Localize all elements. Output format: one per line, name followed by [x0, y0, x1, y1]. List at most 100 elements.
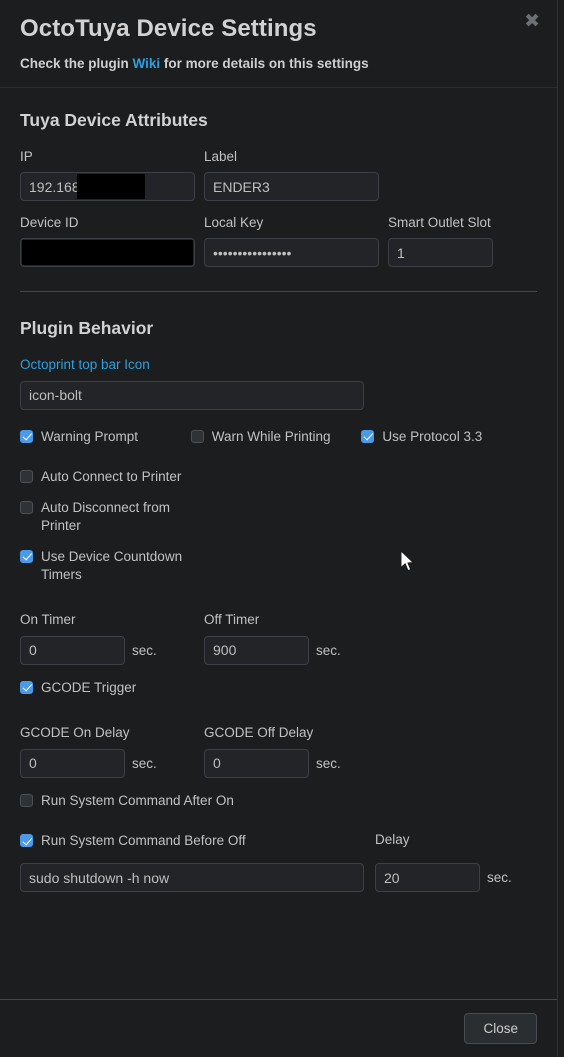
checkbox-auto-disconnect[interactable]: Auto Disconnect from Printer	[20, 499, 191, 535]
checkbox-label-gcode-trigger: GCODE Trigger	[41, 679, 137, 695]
checkbox-label-warning-prompt: Warning Prompt	[41, 428, 139, 444]
checkbox-unchecked-icon	[190, 429, 204, 443]
system-command-row: sec.	[20, 863, 537, 893]
checkbox-row-3: Auto Disconnect from Printer	[20, 499, 537, 535]
label-device-label: Label	[204, 149, 238, 164]
command-delay-input[interactable]	[375, 863, 480, 893]
label-gcode-off-delay: GCODE Off Delay	[204, 725, 314, 741]
field-label: Label	[204, 149, 379, 202]
on-timer-input[interactable]	[20, 635, 125, 665]
subtitle-text-after: for more details on this settings	[160, 56, 369, 71]
smart-outlet-slot-input[interactable]	[388, 238, 493, 268]
device-id-input[interactable]	[20, 238, 195, 268]
field-system-command	[20, 863, 375, 893]
label-off-timer: Off Timer	[204, 612, 260, 628]
label-gcode-on-delay: GCODE On Delay	[20, 725, 130, 741]
field-gcode-off-delay: GCODE Off Delay sec.	[204, 725, 379, 778]
checkbox-warning-prompt[interactable]: Warning Prompt	[20, 428, 191, 446]
gcode-on-delay-row: sec.	[20, 748, 195, 778]
checkbox-checked-icon	[20, 549, 33, 563]
field-on-timer: On Timer sec.	[20, 612, 195, 665]
checkbox-run-command-after-on[interactable]: Run System Command After On	[20, 792, 234, 810]
checkbox-warn-while-printing[interactable]: Warn While Printing	[190, 428, 362, 446]
device-label-input[interactable]	[204, 172, 379, 202]
gcode-off-delay-input[interactable]	[204, 748, 309, 778]
local-key-input[interactable]	[204, 238, 379, 268]
gcode-on-delay-suffix: sec.	[132, 755, 157, 771]
label-local-key: Local Key	[204, 215, 264, 231]
ip-input-wrapper	[20, 172, 195, 202]
label-smart-outlet-slot: Smart Outlet Slot	[388, 215, 491, 231]
field-topbar-icon: Octoprint top bar Icon	[20, 357, 537, 410]
checkbox-unchecked-icon	[20, 793, 33, 807]
checkbox-row-1: Warning Prompt Warn While Printing Use P…	[20, 428, 537, 446]
command-delay-row: sec.	[375, 863, 512, 893]
checkbox-unchecked-icon	[20, 501, 33, 515]
label-device-id: Device ID	[20, 215, 79, 231]
checkbox-label-auto-disconnect: Auto Disconnect from Printer	[41, 500, 171, 533]
checkbox-label-use-protocol-33: Use Protocol 3.3	[382, 428, 483, 444]
checkbox-label-auto-connect: Auto Connect to Printer	[41, 469, 182, 485]
device-id-input-wrapper	[20, 238, 195, 268]
checkbox-label-use-countdown-timers: Use Device Countdown Timers	[41, 548, 183, 582]
label-ip: IP	[20, 149, 33, 164]
modal-body: Tuya Device Attributes IP Label Device I…	[0, 88, 557, 999]
on-timer-suffix: sec.	[132, 642, 157, 658]
checkbox-checked-icon	[20, 834, 33, 848]
section-title-behavior: Plugin Behavior	[20, 318, 154, 339]
modal-header: ✖ OctoTuya Device Settings Check the plu…	[0, 0, 557, 88]
checkbox-use-protocol-33[interactable]: Use Protocol 3.3	[361, 428, 537, 446]
system-command-input[interactable]	[20, 863, 364, 893]
field-local-key: Local Key	[204, 215, 379, 268]
checkbox-row-2: Auto Connect to Printer	[20, 468, 537, 486]
command-delay-suffix: sec.	[487, 870, 512, 886]
checkbox-checked-icon	[361, 429, 375, 443]
close-icon[interactable]: ✖	[524, 12, 540, 31]
checkbox-row-7: Run System Command Before Off Delay	[20, 832, 537, 850]
gcode-off-delay-suffix: sec.	[316, 755, 341, 771]
checkbox-row-5: GCODE Trigger	[20, 679, 537, 697]
gcode-on-delay-input[interactable]	[20, 748, 125, 778]
label-command-delay: Delay	[375, 832, 410, 848]
checkbox-unchecked-icon	[20, 470, 33, 484]
checkbox-row-6: Run System Command After On	[20, 792, 537, 810]
field-off-timer: Off Timer sec.	[204, 612, 379, 665]
checkbox-gcode-trigger[interactable]: GCODE Trigger	[20, 679, 136, 697]
checkbox-label-run-command-after-on: Run System Command After On	[41, 792, 234, 808]
checkbox-label-warn-while-printing: Warn While Printing	[211, 428, 331, 444]
checkbox-run-command-before-off[interactable]: Run System Command Before Off	[20, 832, 375, 850]
field-device-id: Device ID	[20, 215, 195, 268]
timer-row: On Timer sec. Off Timer sec.	[20, 612, 537, 665]
gcode-off-delay-row: sec.	[204, 748, 379, 778]
off-timer-suffix: sec.	[316, 642, 341, 658]
checkbox-checked-icon	[20, 680, 33, 694]
modal-footer: Close	[0, 999, 557, 1057]
subtitle-text-before: Check the plugin	[20, 56, 133, 71]
checkbox-auto-connect[interactable]: Auto Connect to Printer	[20, 468, 181, 486]
attributes-row-2: Device ID Local Key Smart Outlet Slot	[20, 215, 537, 268]
off-timer-row: sec.	[204, 635, 379, 665]
section-divider	[20, 291, 537, 293]
device-settings-modal: ✖ OctoTuya Device Settings Check the plu…	[0, 0, 558, 1057]
off-timer-input[interactable]	[204, 635, 309, 665]
gcode-delay-row: GCODE On Delay sec. GCODE Off Delay sec.	[20, 725, 537, 778]
label-topbar-icon[interactable]: Octoprint top bar Icon	[20, 357, 537, 373]
label-on-timer: On Timer	[20, 612, 76, 628]
close-button[interactable]: Close	[464, 1013, 537, 1044]
ip-input[interactable]	[20, 172, 195, 202]
topbar-icon-input[interactable]	[20, 380, 364, 410]
attributes-row-1: IP Label	[20, 149, 537, 202]
checkbox-row-4: Use Device Countdown Timers	[20, 548, 537, 584]
checkbox-use-countdown-timers[interactable]: Use Device Countdown Timers	[20, 548, 191, 584]
on-timer-row: sec.	[20, 635, 195, 665]
field-ip: IP	[20, 149, 195, 202]
modal-subtitle: Check the plugin Wiki for more details o…	[20, 56, 537, 71]
section-title-attributes: Tuya Device Attributes	[20, 110, 208, 130]
wiki-link[interactable]: Wiki	[133, 56, 161, 71]
field-gcode-on-delay: GCODE On Delay sec.	[20, 725, 195, 778]
page-title: OctoTuya Device Settings	[20, 15, 317, 42]
